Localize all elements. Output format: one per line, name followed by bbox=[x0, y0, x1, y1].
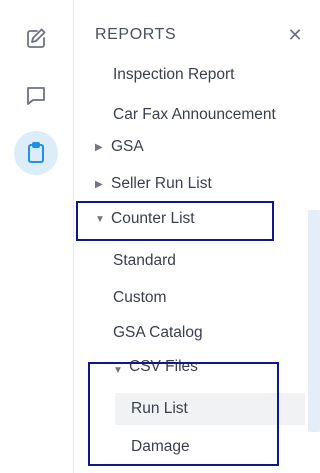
report-item-car-fax[interactable]: Car Fax Announcement bbox=[113, 99, 276, 131]
icon-rail bbox=[0, 0, 74, 473]
report-group-seller-run-list[interactable]: ▶ Seller Run List bbox=[95, 168, 212, 200]
report-item-label: Damage bbox=[131, 438, 190, 455]
report-item-label: Car Fax Announcement bbox=[113, 106, 276, 123]
comment-icon bbox=[24, 84, 48, 108]
report-item-run-list[interactable]: Run List bbox=[115, 393, 305, 425]
report-item-label: Inspection Report bbox=[113, 66, 235, 83]
report-group-counter-list[interactable]: ▼ Counter List bbox=[95, 203, 195, 235]
report-group-label: Seller Run List bbox=[111, 175, 212, 192]
report-item-gsa-catalog[interactable]: GSA Catalog bbox=[113, 317, 203, 349]
report-group-label: CSV Files bbox=[129, 358, 198, 375]
report-item-inspection[interactable]: Inspection Report bbox=[113, 62, 235, 84]
close-button[interactable]: ✕ bbox=[284, 24, 306, 46]
report-group-csv-files[interactable]: ▼ CSV Files bbox=[113, 356, 198, 376]
caret-down-icon: ▼ bbox=[95, 213, 105, 225]
comments-button[interactable] bbox=[14, 74, 58, 118]
app-root: REPORTS ✕ Inspection Report Car Fax Anno… bbox=[0, 0, 320, 473]
edit-icon bbox=[24, 27, 48, 51]
caret-right-icon: ▶ bbox=[95, 178, 103, 190]
clipboard-icon bbox=[24, 141, 48, 165]
report-item-label: Standard bbox=[113, 252, 176, 269]
report-item-label: Run List bbox=[131, 400, 188, 417]
report-item-custom[interactable]: Custom bbox=[113, 282, 166, 314]
panel-header: REPORTS ✕ bbox=[75, 0, 320, 62]
report-item-damage[interactable]: Damage bbox=[131, 431, 190, 463]
edit-button[interactable] bbox=[14, 17, 58, 61]
scrollbar[interactable] bbox=[308, 210, 320, 432]
caret-down-icon: ▼ bbox=[113, 365, 123, 376]
panel-title: REPORTS bbox=[95, 26, 177, 43]
reports-button[interactable] bbox=[14, 131, 58, 175]
report-group-label: Counter List bbox=[111, 210, 195, 227]
report-group-label: GSA bbox=[111, 138, 144, 155]
report-item-standard[interactable]: Standard bbox=[113, 245, 176, 277]
caret-right-icon: ▶ bbox=[95, 141, 103, 153]
report-group-gsa[interactable]: ▶ GSA bbox=[95, 131, 144, 163]
report-item-label: GSA Catalog bbox=[113, 324, 203, 341]
close-icon: ✕ bbox=[287, 24, 303, 45]
report-item-label: Custom bbox=[113, 289, 167, 306]
reports-panel: REPORTS ✕ Inspection Report Car Fax Anno… bbox=[75, 0, 320, 473]
